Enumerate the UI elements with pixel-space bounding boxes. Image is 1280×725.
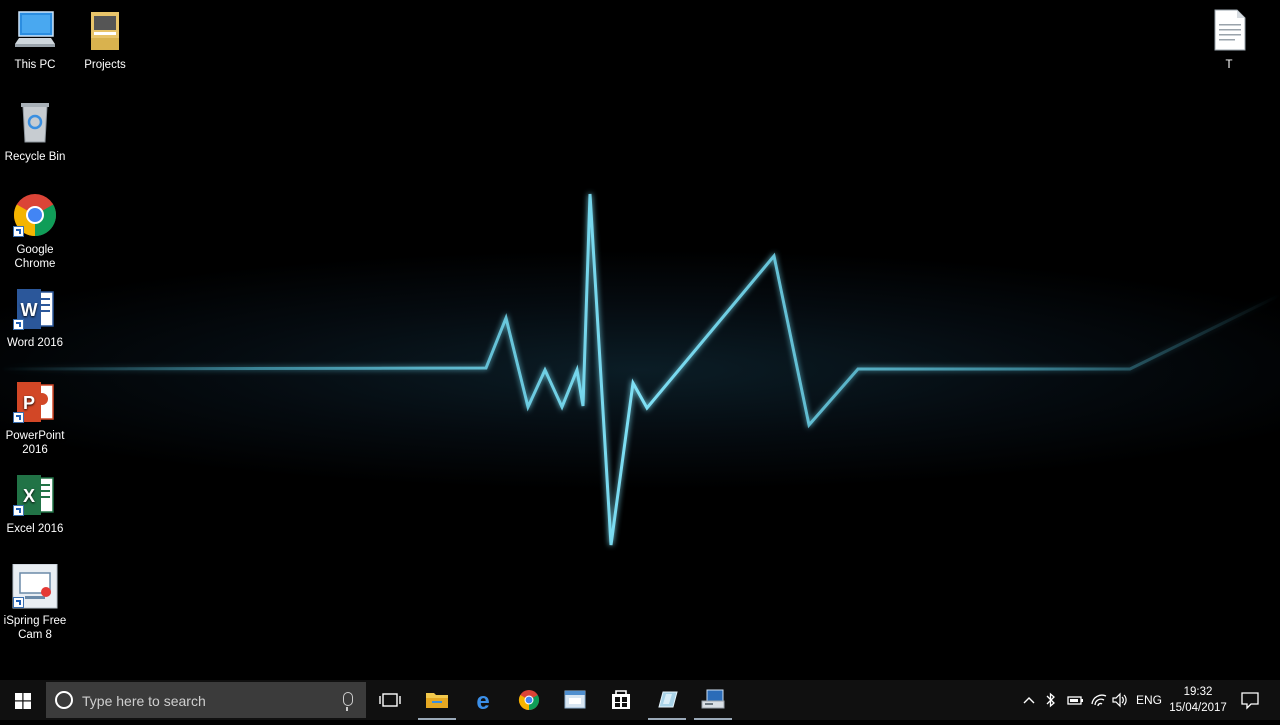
chrome-icon — [11, 193, 59, 239]
store-icon — [612, 690, 630, 709]
task-view-button[interactable] — [367, 680, 413, 720]
task-view-icon — [379, 693, 401, 707]
folder-icon — [426, 693, 448, 708]
bluetooth-icon[interactable] — [1046, 692, 1056, 708]
text-document-icon — [1205, 8, 1253, 54]
app3-button[interactable] — [690, 680, 736, 720]
recycle-bin-icon — [11, 100, 59, 146]
taskbar-clock[interactable]: 19:32 15/04/2017 — [1166, 684, 1230, 716]
volume-icon[interactable] — [1111, 692, 1129, 708]
edge-button[interactable]: e — [460, 680, 506, 720]
notification-icon — [1241, 692, 1259, 710]
desktop-icon-word-2016[interactable]: W Word 2016 — [0, 286, 70, 350]
shortcut-arrow-icon — [13, 226, 24, 237]
action-center-button[interactable] — [1232, 680, 1280, 720]
chrome-icon — [518, 690, 540, 711]
clock-date: 15/04/2017 — [1169, 702, 1227, 714]
excel-icon: X — [11, 472, 59, 518]
desktop-icon-powerpoint-2016[interactable]: P PowerPoint 2016 — [0, 379, 70, 457]
shortcut-arrow-icon — [13, 412, 24, 423]
cortana-icon — [55, 691, 73, 709]
shortcut-arrow-icon — [13, 505, 24, 516]
edge-icon: e — [476, 688, 489, 715]
ispring-icon — [11, 563, 59, 610]
desktop-icon-ispring-free-cam[interactable]: iSpring Free Cam 8 — [0, 563, 70, 642]
app-button[interactable] — [552, 680, 598, 720]
store-button[interactable] — [598, 680, 644, 720]
power-battery-icon[interactable] — [1066, 692, 1084, 708]
desktop-icon-excel-2016[interactable]: X Excel 2016 — [0, 472, 70, 536]
glass-app-icon — [658, 691, 678, 708]
taskbar-search-box[interactable] — [46, 682, 366, 718]
powerpoint-icon: P — [11, 379, 59, 425]
shortcut-arrow-icon — [13, 319, 24, 330]
chrome-button[interactable] — [506, 680, 552, 720]
microphone-icon[interactable] — [343, 692, 353, 711]
svg-text:e: e — [476, 688, 489, 715]
wifi-icon[interactable] — [1090, 692, 1108, 708]
word-icon: W — [11, 286, 59, 332]
folder-icon — [81, 8, 129, 54]
start-button[interactable] — [0, 680, 46, 720]
desktop-icon-google-chrome[interactable]: Google Chrome — [0, 193, 70, 271]
desktop[interactable]: This PC Projects Recycle Bin Google Chro… — [0, 0, 1280, 680]
app2-button[interactable] — [644, 680, 690, 720]
monitor-app-icon — [701, 689, 725, 709]
svg-text:X: X — [23, 486, 35, 506]
svg-text:P: P — [23, 393, 35, 413]
heartbeat-wallpaper — [0, 193, 1280, 546]
desktop-icon-this-pc[interactable]: This PC — [0, 8, 70, 72]
svg-text:W: W — [21, 300, 38, 320]
computer-icon — [11, 8, 59, 54]
desktop-icon-recycle-bin[interactable]: Recycle Bin — [0, 100, 70, 164]
file-explorer-button[interactable] — [414, 680, 460, 720]
shortcut-arrow-icon — [13, 597, 24, 608]
show-hidden-icons-chevron-icon[interactable] — [1023, 692, 1035, 708]
taskbar: e — [0, 680, 1280, 720]
search-input[interactable] — [80, 687, 334, 715]
window-app-icon — [564, 690, 586, 709]
clock-time: 19:32 — [1183, 686, 1213, 698]
input-language-indicator[interactable]: ENG — [1136, 693, 1162, 709]
desktop-icon-projects[interactable]: Projects — [70, 8, 140, 72]
windows-logo-icon — [15, 693, 31, 709]
desktop-icon-t[interactable]: T — [1194, 8, 1264, 72]
